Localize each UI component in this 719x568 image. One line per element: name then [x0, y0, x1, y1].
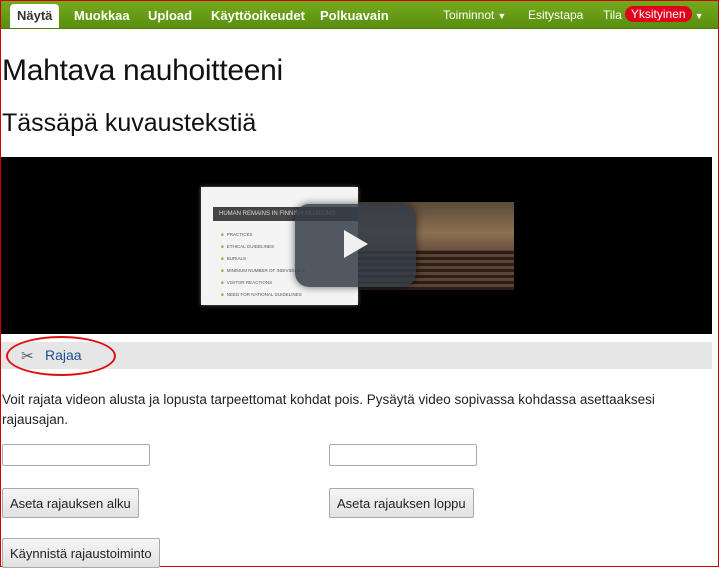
- top-navigation: Näytä Muokkaa Upload Käyttöoikeudet Polk…: [1, 1, 718, 29]
- start-trim-button[interactable]: Käynnistä rajaustoiminto: [2, 538, 160, 568]
- esitystapa-link[interactable]: Esitystapa: [528, 1, 583, 28]
- toiminnot-menu[interactable]: Toiminnot ▼: [443, 1, 506, 28]
- slide-bullet: ■ VISITOR REACTIONS: [221, 280, 273, 285]
- tab-polkuavain[interactable]: Polkuavain: [320, 1, 389, 28]
- set-trim-start-button[interactable]: Aseta rajauksen alku: [2, 488, 139, 518]
- tila-label: Tila: [603, 8, 622, 22]
- tab-nayta[interactable]: Näytä: [10, 4, 60, 28]
- status-badge: Yksityinen: [624, 6, 692, 22]
- tab-muokkaa[interactable]: Muokkaa: [74, 1, 130, 28]
- tab-upload[interactable]: Upload: [148, 1, 192, 28]
- page-title: Mahtava nauhoitteeni: [2, 54, 283, 87]
- tab-kayttooikeudet[interactable]: Käyttöoikeudet: [211, 1, 305, 28]
- play-button[interactable]: [295, 204, 416, 287]
- set-trim-end-button[interactable]: Aseta rajauksen loppu: [329, 488, 474, 518]
- slide-bullet: ■ BURIALS: [221, 256, 246, 261]
- slide-bullet: ■ MINIMUM NUMBER OF INDIVIDUALS: [221, 268, 305, 273]
- trim-instructions: Voit rajata videon alusta ja lopusta tar…: [2, 392, 655, 427]
- chevron-down-icon: ▼: [694, 11, 704, 21]
- play-icon: [344, 230, 368, 258]
- trim-start-input[interactable]: [2, 444, 150, 466]
- slide-bullet: ■ PRACTICES: [221, 232, 253, 237]
- slide-bullet: ■ ETHICAL GUIDELINES: [221, 244, 275, 249]
- slide-bullet: ■ NEED FOR NATIONAL GUIDELINES: [221, 292, 302, 297]
- highlight-ring: [6, 336, 116, 376]
- tila-menu[interactable]: Tila Yksityinen ▼: [603, 1, 704, 28]
- page-description: Tässäpä kuvaustekstiä: [2, 109, 257, 137]
- video-player[interactable]: HUMAN REMAINS IN FINNISH MUSEUMS ■ PRACTI…: [1, 157, 712, 334]
- toiminnot-label: Toiminnot: [443, 8, 495, 22]
- trim-end-input[interactable]: [329, 444, 477, 466]
- chevron-down-icon: ▼: [497, 11, 507, 21]
- slide-bullet-list: ■ PRACTICES ■ ETHICAL GUIDELINES ■ BURIALS …: [221, 229, 305, 301]
